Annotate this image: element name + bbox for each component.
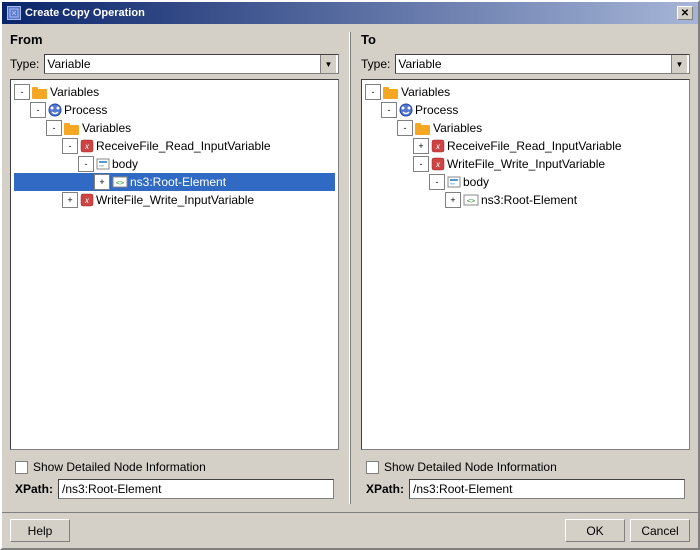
from-panel-top: -Variables-Process-Variables-xReceiveFil…: [10, 79, 339, 450]
node-label-process2: Process: [415, 103, 458, 117]
from-checkbox-row: Show Detailed Node Information: [15, 460, 334, 474]
expander-root-elem2[interactable]: +: [445, 192, 461, 208]
tree-node-body[interactable]: - body: [14, 155, 335, 173]
footer: Help OK Cancel: [2, 512, 698, 548]
from-type-row: Type: Variable ▼: [10, 54, 339, 74]
expander-vars-root[interactable]: -: [14, 84, 30, 100]
from-type-value: Variable: [47, 57, 90, 71]
tree-node-vars-root[interactable]: - Variables: [14, 83, 335, 101]
to-xpath-row: XPath:: [366, 479, 685, 499]
expander-write-var[interactable]: +: [62, 192, 78, 208]
tree-node-rcv-var2[interactable]: +xReceiveFile_Read_InputVariable: [365, 137, 686, 155]
to-type-label: Type:: [361, 57, 390, 71]
window-icon: [7, 6, 21, 20]
node-label-write-var: WriteFile_Write_InputVariable: [96, 193, 254, 207]
to-xpath-input[interactable]: [409, 479, 685, 499]
node-label-root-elem2: ns3:Root-Element: [481, 193, 577, 207]
expander-rcv-var2[interactable]: +: [413, 138, 429, 154]
from-panel: From Type: Variable ▼ -Variables-Process…: [10, 32, 339, 504]
to-type-row: Type: Variable ▼: [361, 54, 690, 74]
tree-node-root-elem2[interactable]: + <> ns3:Root-Element: [365, 191, 686, 209]
node-label-vars-root: Variables: [50, 85, 99, 99]
tree-node-rcv-var[interactable]: -xReceiveFile_Read_InputVariable: [14, 137, 335, 155]
cancel-button[interactable]: Cancel: [630, 519, 690, 542]
from-show-details-checkbox[interactable]: [15, 461, 28, 474]
title-bar-left: Create Copy Operation: [7, 6, 145, 20]
node-label-body2: body: [463, 175, 489, 189]
to-bottom: Show Detailed Node Information XPath:: [361, 455, 690, 504]
tree-node-process[interactable]: - Process: [14, 101, 335, 119]
from-type-label: Type:: [10, 57, 39, 71]
from-tree[interactable]: -Variables-Process-Variables-xReceiveFil…: [10, 79, 339, 450]
from-checkbox-label: Show Detailed Node Information: [33, 460, 206, 474]
tree-node-write-var[interactable]: +xWriteFile_Write_InputVariable: [14, 191, 335, 209]
panel-divider: [349, 32, 351, 504]
expander-variables2[interactable]: -: [397, 120, 413, 136]
tree-node-body2[interactable]: - body: [365, 173, 686, 191]
expander-write-var2[interactable]: -: [413, 156, 429, 172]
from-type-dropdown-arrow[interactable]: ▼: [320, 55, 336, 73]
to-panel-title: To: [361, 32, 690, 47]
expander-body2[interactable]: -: [429, 174, 445, 190]
expander-process2[interactable]: -: [381, 102, 397, 118]
tree-node-variables[interactable]: - Variables: [14, 119, 335, 137]
title-bar: Create Copy Operation ✕: [2, 2, 698, 24]
to-panel-top: -Variables-Process-Variables+xReceiveFil…: [361, 79, 690, 450]
from-panel-title: From: [10, 32, 339, 47]
to-xpath-label: XPath:: [366, 482, 404, 496]
to-tree[interactable]: -Variables-Process-Variables+xReceiveFil…: [361, 79, 690, 450]
expander-root-elem[interactable]: +: [94, 174, 110, 190]
node-label-write-var2: WriteFile_Write_InputVariable: [447, 157, 605, 171]
expander-process[interactable]: -: [30, 102, 46, 118]
expander-variables[interactable]: -: [46, 120, 62, 136]
to-panel: To Type: Variable ▼ -Variables-Process-V…: [361, 32, 690, 504]
expander-vars-root2[interactable]: -: [365, 84, 381, 100]
node-label-vars-root2: Variables: [401, 85, 450, 99]
tree-node-variables2[interactable]: - Variables: [365, 119, 686, 137]
tree-node-process2[interactable]: - Process: [365, 101, 686, 119]
to-type-select[interactable]: Variable ▼: [395, 54, 690, 74]
to-show-details-checkbox[interactable]: [366, 461, 379, 474]
main-content: From Type: Variable ▼ -Variables-Process…: [2, 24, 698, 512]
from-bottom: Show Detailed Node Information XPath:: [10, 455, 339, 504]
node-label-variables: Variables: [82, 121, 131, 135]
node-label-variables2: Variables: [433, 121, 482, 135]
expander-rcv-var[interactable]: -: [62, 138, 78, 154]
node-label-rcv-var: ReceiveFile_Read_InputVariable: [96, 139, 271, 153]
node-label-process: Process: [64, 103, 107, 117]
from-type-select[interactable]: Variable ▼: [44, 54, 339, 74]
to-checkbox-label: Show Detailed Node Information: [384, 460, 557, 474]
help-button[interactable]: Help: [10, 519, 70, 542]
tree-node-write-var2[interactable]: -xWriteFile_Write_InputVariable: [365, 155, 686, 173]
from-xpath-row: XPath:: [15, 479, 334, 499]
svg-text:<>: <>: [116, 179, 124, 187]
to-type-dropdown-arrow[interactable]: ▼: [671, 55, 687, 73]
tree-node-vars-root2[interactable]: - Variables: [365, 83, 686, 101]
footer-right: OK Cancel: [565, 519, 690, 542]
node-label-body: body: [112, 157, 138, 171]
expander-body[interactable]: -: [78, 156, 94, 172]
window-title: Create Copy Operation: [25, 7, 145, 19]
from-xpath-input[interactable]: [58, 479, 334, 499]
ok-button[interactable]: OK: [565, 519, 625, 542]
close-button[interactable]: ✕: [677, 6, 693, 20]
to-checkbox-row: Show Detailed Node Information: [366, 460, 685, 474]
tree-node-root-elem[interactable]: + <> ns3:Root-Element: [14, 173, 335, 191]
from-xpath-label: XPath:: [15, 482, 53, 496]
node-label-rcv-var2: ReceiveFile_Read_InputVariable: [447, 139, 622, 153]
node-label-root-elem: ns3:Root-Element: [130, 175, 226, 189]
svg-text:<>: <>: [467, 197, 475, 205]
main-window: Create Copy Operation ✕ From Type: Varia…: [0, 0, 700, 550]
to-type-value: Variable: [398, 57, 441, 71]
